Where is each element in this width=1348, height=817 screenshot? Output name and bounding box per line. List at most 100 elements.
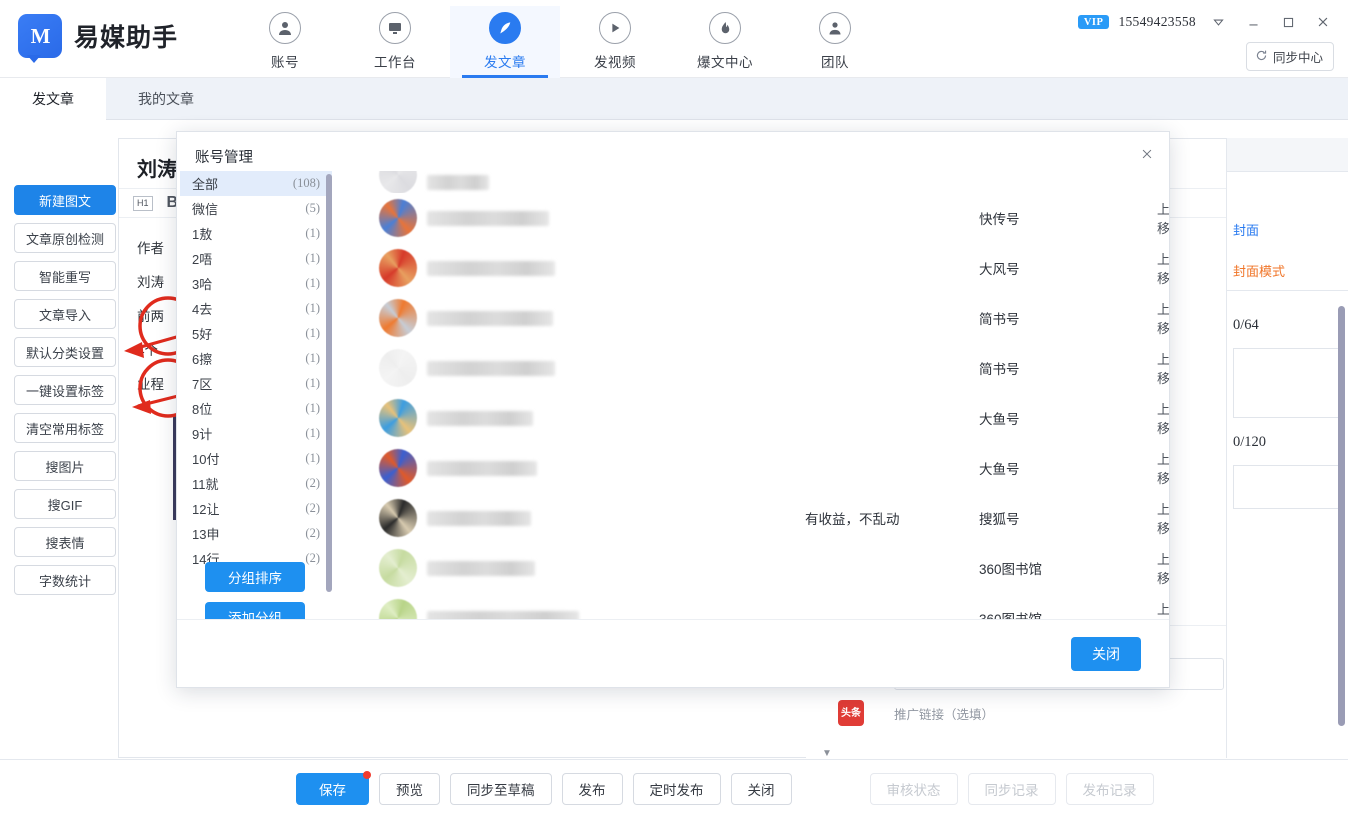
tab-publish-article[interactable]: 发文章 xyxy=(0,78,106,120)
account-row[interactable]: 简书号 上移下移置顶置底 xyxy=(335,293,1169,343)
search-emoji-button[interactable]: 搜表情 xyxy=(14,527,116,557)
move-up-action[interactable]: 上移 xyxy=(1157,349,1169,387)
publish-button[interactable]: 发布 xyxy=(561,772,623,805)
one-click-tags-button[interactable]: 一键设置标签 xyxy=(14,375,116,405)
group-list-item[interactable]: 微信 (5) xyxy=(180,196,332,221)
close-icon[interactable] xyxy=(1310,10,1336,34)
sync-to-draft-button[interactable]: 同步至草稿 xyxy=(450,772,552,805)
minimize-icon[interactable] xyxy=(1240,10,1266,34)
schedule-publish-button[interactable]: 定时发布 xyxy=(632,772,721,805)
summary-input[interactable] xyxy=(1233,465,1342,509)
group-list-item[interactable]: 13申 (2) xyxy=(180,521,332,546)
account-platform: 搜狐号 xyxy=(979,512,1020,527)
group-count: (2) xyxy=(305,501,320,515)
search-image-button[interactable]: 搜图片 xyxy=(14,451,116,481)
account-row[interactable]: 大鱼号 上移下移置顶置底 xyxy=(335,393,1169,443)
nav-item-hot-articles[interactable]: 爆文中心 xyxy=(670,6,780,78)
move-up-action[interactable]: 上移 xyxy=(1157,249,1169,287)
move-up-action[interactable]: 上移 xyxy=(1157,449,1169,487)
group-list-item[interactable]: 12让 (2) xyxy=(180,496,332,521)
right-side-panel: 封面 封面模式 0/64 0/120 xyxy=(1226,138,1348,758)
app-window: M 易媒助手 账号 工作台 发文章 发视频 爆文中心 团队 VIP 155494… xyxy=(0,0,1348,817)
nav-label: 工作台 xyxy=(374,55,416,70)
maximize-icon[interactable] xyxy=(1275,10,1301,34)
move-up-action[interactable]: 上移 xyxy=(1157,399,1169,437)
group-list-scrollbar[interactable] xyxy=(326,174,332,592)
sync-center-button[interactable]: 同步中心 xyxy=(1245,42,1334,71)
right-panel-scrollbar[interactable] xyxy=(1338,306,1345,726)
heading-icon[interactable]: H1 xyxy=(133,195,153,211)
account-platform: 大鱼号 xyxy=(979,462,1020,477)
account-row[interactable]: 大鱼号 上移下移置顶置底 xyxy=(335,443,1169,493)
account-row-actions: 上移下移置顶置底 xyxy=(1157,449,1169,487)
nav-item-publish-video[interactable]: 发视频 xyxy=(560,6,670,78)
move-up-action[interactable]: 上移 xyxy=(1157,499,1169,537)
sync-center-label: 同步中心 xyxy=(1272,51,1323,65)
account-row[interactable] xyxy=(335,171,1169,193)
toutiao-icon[interactable]: 头条 xyxy=(838,700,864,726)
clear-common-tags-button[interactable]: 清空常用标签 xyxy=(14,413,116,443)
account-platform: 360图书馆 xyxy=(979,562,1043,577)
group-list-item[interactable]: 7区 (1) xyxy=(180,371,332,396)
smart-rewrite-button[interactable]: 智能重写 xyxy=(14,261,116,291)
close-icon[interactable] xyxy=(1133,140,1161,168)
save-label: 保存 xyxy=(319,782,346,798)
title-input[interactable] xyxy=(1233,348,1342,418)
logo-initial: M xyxy=(30,23,51,48)
nav-label: 团队 xyxy=(821,55,849,70)
avatar xyxy=(379,249,417,287)
import-article-button[interactable]: 文章导入 xyxy=(14,299,116,329)
group-list-item[interactable]: 9计 (1) xyxy=(180,421,332,446)
sort-groups-button[interactable]: 分组排序 xyxy=(205,562,305,592)
default-category-settings-button[interactable]: 默认分类设置 xyxy=(14,337,116,367)
account-table: 快传号上移下移置顶置底大风号上移下移置顶置底简书号上移下移置顶置底简书号上移下移… xyxy=(335,171,1169,652)
nav-item-workbench[interactable]: 工作台 xyxy=(340,6,450,78)
move-up-action[interactable]: 上移 xyxy=(1157,549,1169,587)
cover-link[interactable]: 封面 xyxy=(1233,220,1342,239)
move-up-action[interactable]: 上移 xyxy=(1157,199,1169,237)
group-count: (2) xyxy=(305,476,320,490)
nav-item-accounts[interactable]: 账号 xyxy=(230,6,340,78)
account-row[interactable]: 大风号 上移下移置顶置底 xyxy=(335,243,1169,293)
word-count-button[interactable]: 字数统计 xyxy=(14,565,116,595)
group-list-item[interactable]: 6擦 (1) xyxy=(180,346,332,371)
group-count: (1) xyxy=(305,451,320,465)
account-row[interactable]: 快传号 上移下移置顶置底 xyxy=(335,193,1169,243)
group-list-item[interactable]: 10付 (1) xyxy=(180,446,332,471)
preview-button[interactable]: 预览 xyxy=(379,772,440,805)
brand: M 易媒助手 xyxy=(18,14,178,63)
group-list-item[interactable]: 3哈 (1) xyxy=(180,271,332,296)
account-row[interactable]: 简书号 上移下移置顶置底 xyxy=(335,343,1169,393)
nav-item-publish-article[interactable]: 发文章 xyxy=(450,6,560,78)
avatar xyxy=(379,399,417,437)
new-article-button[interactable]: 新建图文 xyxy=(14,185,116,215)
chevron-down-icon[interactable] xyxy=(1205,10,1231,34)
search-gif-button[interactable]: 搜GIF xyxy=(14,489,116,519)
group-list-item[interactable]: 2唔 (1) xyxy=(180,246,332,271)
group-list-item[interactable]: 1敖 (1) xyxy=(180,221,332,246)
avatar xyxy=(379,199,417,237)
move-up-action[interactable]: 上移 xyxy=(1157,299,1169,337)
originality-check-button[interactable]: 文章原创检测 xyxy=(14,223,116,253)
account-row[interactable]: 360图书馆 上移下移置顶置底 xyxy=(335,543,1169,593)
group-name: 4去 xyxy=(192,302,213,317)
group-list-item[interactable]: 全部 (108) xyxy=(180,171,332,196)
chevron-down-icon[interactable]: ▼ xyxy=(822,748,832,758)
cover-mode-link[interactable]: 封面模式 xyxy=(1233,261,1342,280)
group-list[interactable]: 全部 (108) 微信 (5) 1敖 (1) 2唔 (1) 3哈 (1) 4去 (1) 5好 (1) 6擦 (… xyxy=(180,171,332,596)
unsaved-dot-icon xyxy=(363,770,371,779)
group-count: (108) xyxy=(292,176,320,190)
account-row[interactable]: 有收益，不乱动 搜狐号 上移下移置顶置底 xyxy=(335,493,1169,543)
group-list-item[interactable]: 4去 (1) xyxy=(180,296,332,321)
tab-my-articles[interactable]: 我的文章 xyxy=(106,78,226,120)
group-list-item[interactable]: 5好 (1) xyxy=(180,321,332,346)
save-button[interactable]: 保存 xyxy=(296,770,371,805)
group-list-item[interactable]: 11就 (2) xyxy=(180,471,332,496)
account-row-actions: 上移下移置顶置底 xyxy=(1157,249,1169,287)
close-editor-button[interactable]: 关闭 xyxy=(730,772,792,805)
nav-item-team[interactable]: 团队 xyxy=(780,6,890,78)
group-list-item[interactable]: 8位 (1) xyxy=(180,396,332,421)
modal-close-button[interactable]: 关闭 xyxy=(1071,637,1141,671)
group-count: (1) xyxy=(305,351,320,365)
group-name: 1敖 xyxy=(192,227,213,242)
